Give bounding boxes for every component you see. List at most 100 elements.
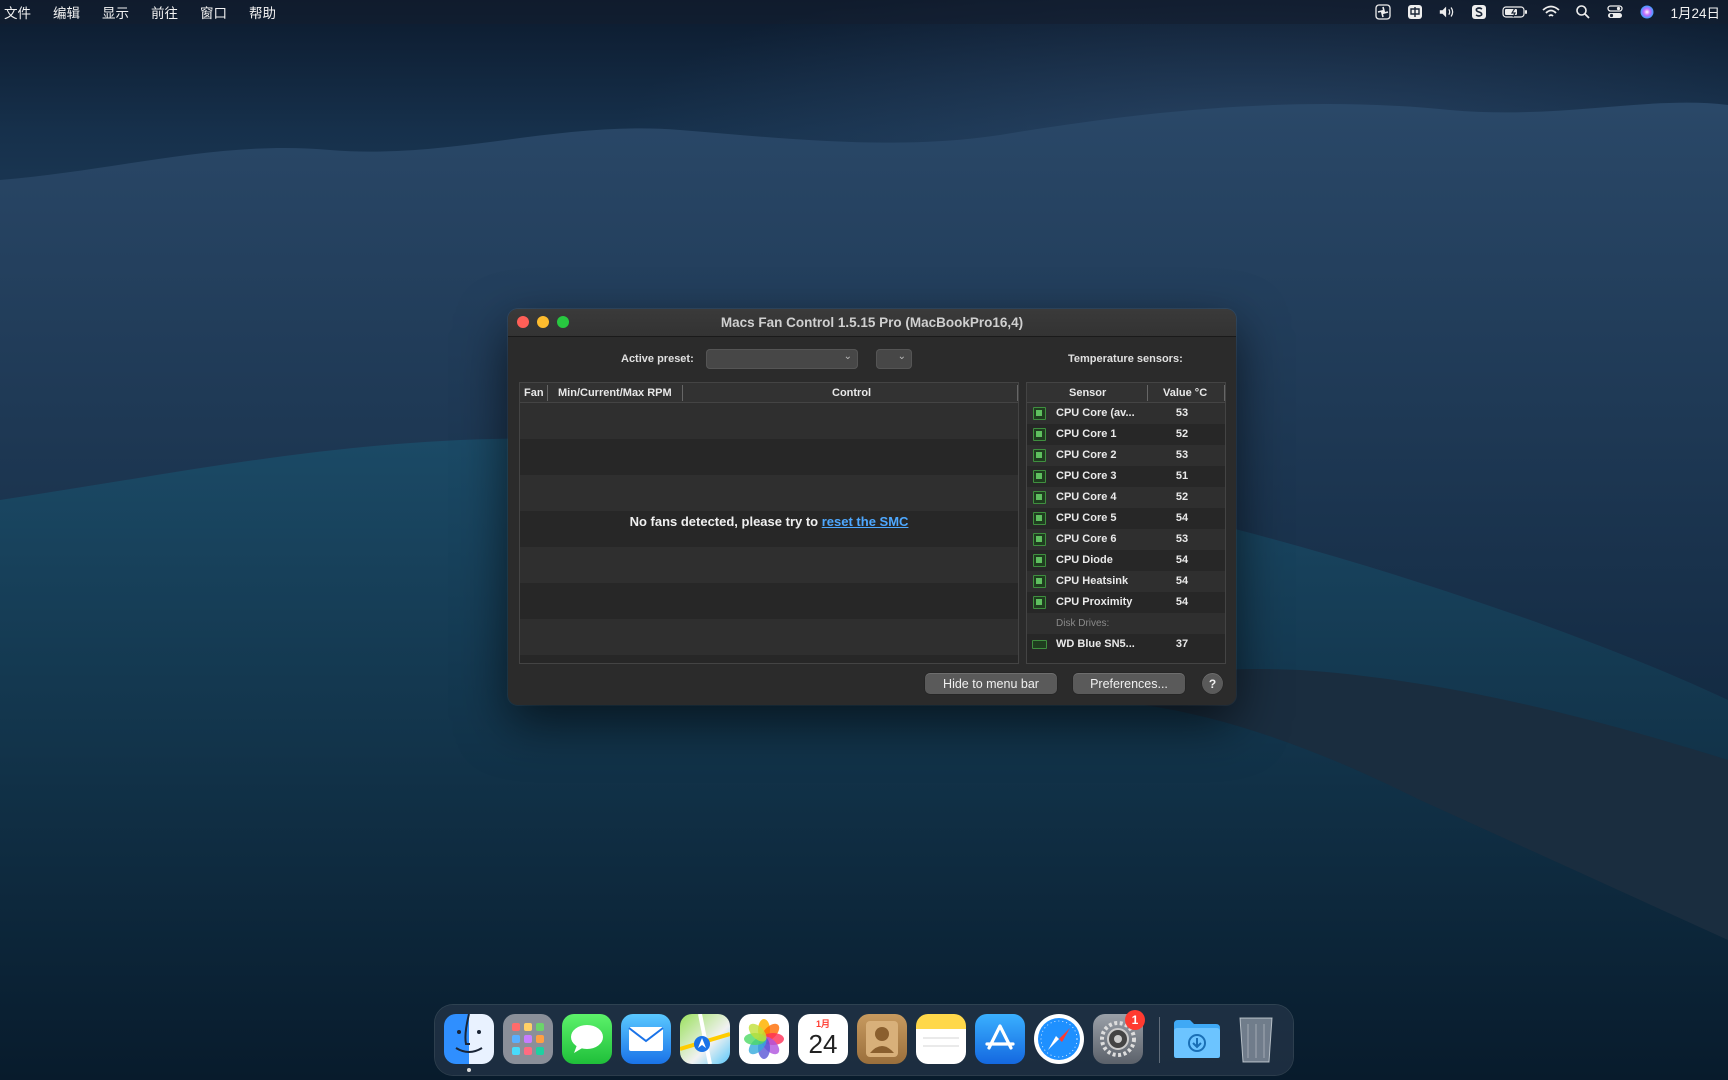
input-method-icon[interactable] — [1406, 4, 1424, 20]
sensor-row[interactable]: CPU Core (av... 53 — [1027, 403, 1225, 424]
title-bar[interactable]: Macs Fan Control 1.5.15 Pro (MacBookPro1… — [508, 309, 1236, 337]
cpu-chip-icon — [1033, 407, 1046, 420]
window-title: Macs Fan Control 1.5.15 Pro (MacBookPro1… — [720, 315, 1024, 330]
cpu-chip-icon — [1033, 470, 1046, 483]
macs-fan-control-window: Macs Fan Control 1.5.15 Pro (MacBookPro1… — [508, 309, 1236, 705]
notification-badge: 1 — [1125, 1010, 1145, 1030]
minimize-window-button[interactable] — [537, 316, 549, 328]
close-window-button[interactable] — [517, 316, 529, 328]
sensor-name: CPU Proximity — [1056, 596, 1133, 608]
sensor-value: 53 — [1175, 533, 1189, 545]
column-header-value[interactable]: Value °C — [1163, 387, 1207, 399]
sensor-value: 54 — [1175, 575, 1189, 587]
sensor-row[interactable]: CPU Heatsink 54 — [1027, 571, 1225, 592]
column-header-fan[interactable]: Fan — [524, 387, 544, 399]
sensors-table-header: Sensor Value °C — [1027, 383, 1225, 403]
table-row — [520, 475, 1018, 511]
sensor-value: 52 — [1175, 491, 1189, 503]
menu-go[interactable]: 前往 — [151, 2, 190, 22]
cpu-chip-icon — [1033, 449, 1046, 462]
menu-file[interactable]: 文件 — [4, 2, 43, 22]
menu-view[interactable]: 显示 — [102, 2, 141, 22]
menu-bar-clock[interactable]: 1月24日 — [1670, 2, 1720, 22]
sensor-name: WD Blue SN5... — [1056, 638, 1135, 650]
temperature-sensors-label: Temperature sensors: — [1068, 353, 1183, 365]
sensor-name: CPU Core 3 — [1056, 470, 1117, 482]
safari-icon[interactable] — [1034, 1014, 1084, 1064]
scroll-app-icon[interactable] — [1470, 4, 1488, 20]
cpu-chip-icon — [1033, 428, 1046, 441]
sensors-table-body: CPU Core (av... 53 CPU Core 1 52 CPU Core 2 5… — [1027, 403, 1225, 655]
sensor-name: CPU Core 4 — [1056, 491, 1117, 503]
app-store-icon[interactable] — [975, 1014, 1025, 1064]
notes-icon[interactable] — [916, 1014, 966, 1064]
volume-icon[interactable] — [1438, 4, 1456, 20]
contacts-icon[interactable] — [857, 1014, 907, 1064]
fans-table-header: Fan Min/Current/Max RPM Control — [520, 383, 1018, 403]
column-header-sensor[interactable]: Sensor — [1069, 387, 1106, 399]
messages-icon[interactable] — [562, 1014, 612, 1064]
help-button[interactable]: ? — [1202, 673, 1223, 694]
temperature-sensors-table: Sensor Value °C CPU Core (av... 53 CPU Cor… — [1026, 382, 1226, 664]
mail-icon[interactable] — [621, 1014, 671, 1064]
sensor-value: 51 — [1175, 470, 1189, 482]
maps-icon[interactable] — [680, 1014, 730, 1064]
preferences-button[interactable]: Preferences... — [1073, 673, 1185, 694]
menu-window[interactable]: 窗口 — [200, 2, 239, 22]
chevron-down-icon: ⌄ — [897, 351, 906, 362]
sensor-name: CPU Core 5 — [1056, 512, 1117, 524]
column-header-control[interactable]: Control — [832, 387, 871, 399]
photos-icon[interactable] — [739, 1014, 789, 1064]
sensor-row[interactable]: CPU Core 2 53 — [1027, 445, 1225, 466]
sensor-row[interactable]: CPU Proximity 54 — [1027, 592, 1225, 613]
preset-actions-select[interactable]: ⌄ — [876, 349, 912, 369]
reset-smc-link[interactable]: reset the SMC — [822, 514, 909, 529]
calendar-icon[interactable]: 1月 24 — [798, 1014, 848, 1064]
disk-drive-icon — [1032, 640, 1047, 649]
cpu-chip-icon — [1033, 533, 1046, 546]
column-header-rpm[interactable]: Min/Current/Max RPM — [558, 387, 672, 399]
battery-icon[interactable] — [1502, 4, 1528, 20]
table-row — [520, 403, 1018, 439]
menu-bar: 文件 编辑 显示 前往 窗口 帮助 1月24日 — [0, 0, 1728, 24]
menu-help[interactable]: 帮助 — [249, 2, 288, 22]
sensor-row[interactable]: CPU Core 6 53 — [1027, 529, 1225, 550]
finder-icon[interactable] — [444, 1014, 494, 1064]
fans-table-body — [520, 403, 1018, 663]
sensor-row[interactable]: CPU Diode 54 — [1027, 550, 1225, 571]
sensor-row[interactable]: CPU Core 4 52 — [1027, 487, 1225, 508]
sensor-row[interactable]: CPU Core 5 54 — [1027, 508, 1225, 529]
downloads-folder-icon[interactable] — [1172, 1014, 1222, 1064]
launchpad-icon[interactable] — [503, 1014, 553, 1064]
dock: 1月 24 1 — [435, 1005, 1293, 1075]
sensor-group-header: Disk Drives: — [1027, 613, 1225, 634]
sensor-value: 37 — [1175, 638, 1189, 650]
sensor-name: CPU Core 6 — [1056, 533, 1117, 545]
cpu-chip-icon — [1033, 596, 1046, 609]
menu-edit[interactable]: 编辑 — [53, 2, 92, 22]
spotlight-search-icon[interactable] — [1574, 4, 1592, 20]
sensor-name: Disk Drives: — [1056, 618, 1110, 629]
siri-icon[interactable] — [1638, 4, 1656, 20]
control-center-icon[interactable] — [1606, 4, 1624, 20]
table-row — [520, 547, 1018, 583]
zoom-window-button[interactable] — [557, 316, 569, 328]
sensor-row[interactable]: WD Blue SN5... 37 — [1027, 634, 1225, 655]
sensor-value: 53 — [1175, 449, 1189, 461]
sensor-value: 54 — [1175, 554, 1189, 566]
chevron-down-icon: ⌄ — [843, 351, 852, 362]
sensor-row[interactable]: CPU Core 3 51 — [1027, 466, 1225, 487]
cpu-chip-icon — [1033, 575, 1046, 588]
sensor-row[interactable]: CPU Core 1 52 — [1027, 424, 1225, 445]
hide-to-menu-bar-button[interactable]: Hide to menu bar — [925, 673, 1057, 694]
table-row — [520, 619, 1018, 655]
sensor-name: CPU Core 1 — [1056, 428, 1117, 440]
running-indicator — [467, 1068, 471, 1072]
fan-status-icon[interactable] — [1374, 4, 1392, 20]
trash-icon[interactable] — [1231, 1014, 1281, 1064]
active-preset-select[interactable]: ⌄ — [706, 349, 858, 369]
cpu-chip-icon — [1033, 554, 1046, 567]
fans-table: Fan Min/Current/Max RPM Control No fans … — [519, 382, 1019, 664]
sensor-name: CPU Core 2 — [1056, 449, 1117, 461]
wifi-icon[interactable] — [1542, 4, 1561, 20]
